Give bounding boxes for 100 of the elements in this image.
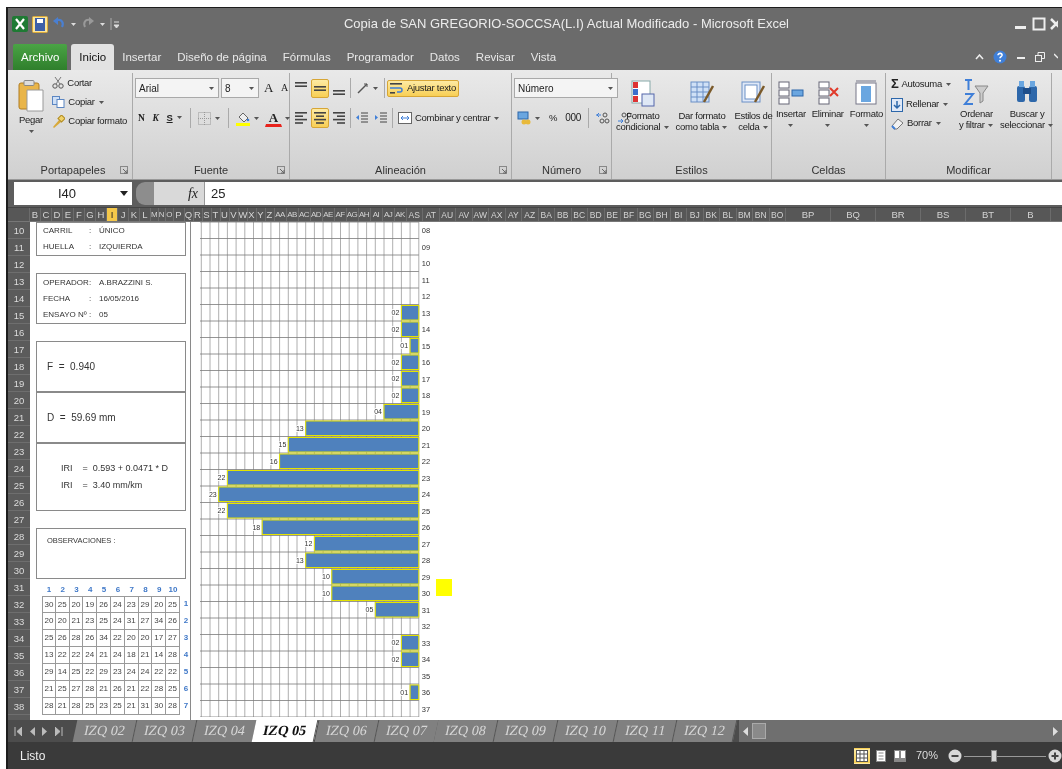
column-header[interactable]: U — [220, 208, 230, 221]
column-header[interactable]: X — [247, 208, 257, 221]
column-header[interactable]: BR — [876, 208, 921, 221]
column-header[interactable]: S — [202, 208, 212, 221]
italic-button[interactable]: K — [149, 110, 162, 126]
resize-handle[interactable] — [136, 182, 154, 205]
ribbon-tab[interactable]: Revisar — [467, 44, 523, 70]
column-header[interactable]: BI — [670, 208, 687, 221]
sheet-tab[interactable]: IZQ 10 — [553, 720, 619, 742]
column-header[interactable]: AT — [423, 208, 440, 221]
column-header[interactable]: C — [41, 208, 52, 221]
column-header[interactable]: AG — [346, 208, 359, 221]
column-header[interactable]: AJ — [382, 208, 395, 221]
insert-cells-button[interactable]: Insertar — [774, 75, 808, 159]
column-header[interactable]: AV — [456, 208, 473, 221]
merge-center-button[interactable]: Combinar y centrar — [395, 110, 504, 126]
fill-button[interactable]: Rellenar — [888, 95, 955, 114]
column-header[interactable]: P — [173, 208, 185, 221]
zoom-in-icon[interactable] — [1048, 748, 1062, 763]
find-select-button[interactable]: Buscar y seleccionar — [998, 75, 1057, 159]
column-header[interactable]: AK — [394, 208, 407, 221]
column-header[interactable]: BL — [720, 208, 737, 221]
last-sheet-icon[interactable] — [55, 726, 63, 736]
column-header[interactable]: Z — [265, 208, 275, 221]
column-header[interactable]: BM — [736, 208, 753, 221]
bold-button[interactable]: N — [135, 110, 148, 126]
column-header[interactable]: Q — [184, 208, 194, 221]
insert-function-button[interactable]: fx — [154, 182, 204, 205]
collapse-ribbon-icon[interactable] — [975, 54, 984, 60]
sheet-tab[interactable]: IZQ 08 — [434, 720, 499, 742]
column-header[interactable]: BO — [769, 208, 786, 221]
autosum-button[interactable]: Σ Autosuma — [888, 75, 955, 94]
formula-field[interactable]: 25 — [204, 182, 1062, 205]
font-color-button[interactable]: A — [264, 109, 282, 127]
column-header[interactable]: BB — [555, 208, 572, 221]
sheet-tab[interactable]: IZQ 03 — [132, 720, 197, 742]
ribbon-tab[interactable]: Vista — [522, 44, 565, 70]
column-header[interactable]: BC — [571, 208, 588, 221]
copy-button[interactable]: Copiar — [49, 94, 130, 110]
column-header[interactable]: BE — [604, 208, 621, 221]
ribbon-tab[interactable]: Fórmulas — [274, 44, 339, 70]
column-header[interactable]: N — [158, 208, 166, 221]
column-header[interactable]: AX — [489, 208, 506, 221]
column-header[interactable]: W — [238, 208, 248, 221]
column-header[interactable]: AE — [322, 208, 335, 221]
paste-button[interactable]: Pegar — [16, 75, 46, 159]
sheet-tab[interactable]: IZQ 07 — [374, 720, 439, 742]
column-header[interactable]: BS — [921, 208, 966, 221]
restore-icon[interactable] — [1035, 52, 1045, 62]
column-header[interactable]: J — [118, 208, 129, 221]
column-header[interactable]: G — [85, 208, 96, 221]
format-as-table-button[interactable]: Dar formato como tabla — [673, 75, 731, 159]
sheet-tab[interactable]: IZQ 05 — [252, 720, 319, 742]
column-header[interactable]: M — [151, 208, 159, 221]
column-header[interactable]: E — [63, 208, 74, 221]
previous-sheet-icon[interactable] — [29, 726, 35, 736]
column-header[interactable]: AC — [298, 208, 311, 221]
font-size-field[interactable]: 8 — [221, 78, 259, 98]
column-header[interactable]: AI — [370, 208, 383, 221]
column-header[interactable]: BH — [654, 208, 671, 221]
shrink-font-button[interactable]: A — [278, 81, 291, 95]
column-header[interactable]: B — [1011, 208, 1051, 221]
column-header[interactable]: AW — [472, 208, 489, 221]
ribbon-tab[interactable]: Insertar — [114, 44, 170, 70]
help-icon[interactable] — [993, 50, 1007, 64]
customize-toolbar-icon[interactable] — [110, 18, 119, 30]
thousands-button[interactable]: 000 — [562, 110, 584, 126]
font-name-field[interactable]: Arial — [135, 78, 219, 98]
number-format-field[interactable]: Número — [514, 78, 618, 98]
column-header[interactable]: BQ — [831, 208, 876, 221]
column-header[interactable]: Y — [256, 208, 266, 221]
column-header[interactable]: F — [74, 208, 85, 221]
cell-styles-button[interactable]: Estilos de celda — [732, 75, 775, 159]
ribbon-tab[interactable]: Inicio — [71, 44, 115, 70]
maximize-icon[interactable] — [1032, 17, 1046, 31]
column-header[interactable]: I — [107, 208, 118, 221]
first-sheet-icon[interactable] — [14, 726, 22, 736]
spreadsheet-app-icon[interactable] — [12, 16, 28, 32]
column-header[interactable]: AZ — [522, 208, 539, 221]
clear-button[interactable]: Borrar — [888, 115, 955, 132]
ribbon-tab[interactable]: Diseño de página — [169, 44, 275, 70]
column-header[interactable]: V — [229, 208, 239, 221]
column-header[interactable]: B — [30, 208, 41, 221]
sheet-tab[interactable]: IZQ 09 — [493, 720, 559, 742]
format-cells-button[interactable]: Formato — [847, 75, 885, 159]
column-header[interactable]: R — [193, 208, 203, 221]
column-header[interactable]: BK — [703, 208, 720, 221]
sheet-tab[interactable]: IZQ 06 — [314, 720, 379, 742]
column-header[interactable]: AS — [406, 208, 423, 221]
ribbon-tab[interactable]: Programador — [338, 44, 422, 70]
column-header[interactable]: D — [52, 208, 63, 221]
column-header[interactable]: AU — [439, 208, 456, 221]
page-break-view-button[interactable] — [891, 747, 908, 764]
column-header[interactable]: O — [166, 208, 174, 221]
column-header[interactable]: BA — [538, 208, 555, 221]
column-header[interactable]: BN — [753, 208, 770, 221]
dialog-launcher-icon[interactable] — [599, 166, 607, 174]
save-icon[interactable] — [32, 15, 48, 33]
column-header[interactable]: BD — [588, 208, 605, 221]
column-header[interactable]: BF — [621, 208, 638, 221]
